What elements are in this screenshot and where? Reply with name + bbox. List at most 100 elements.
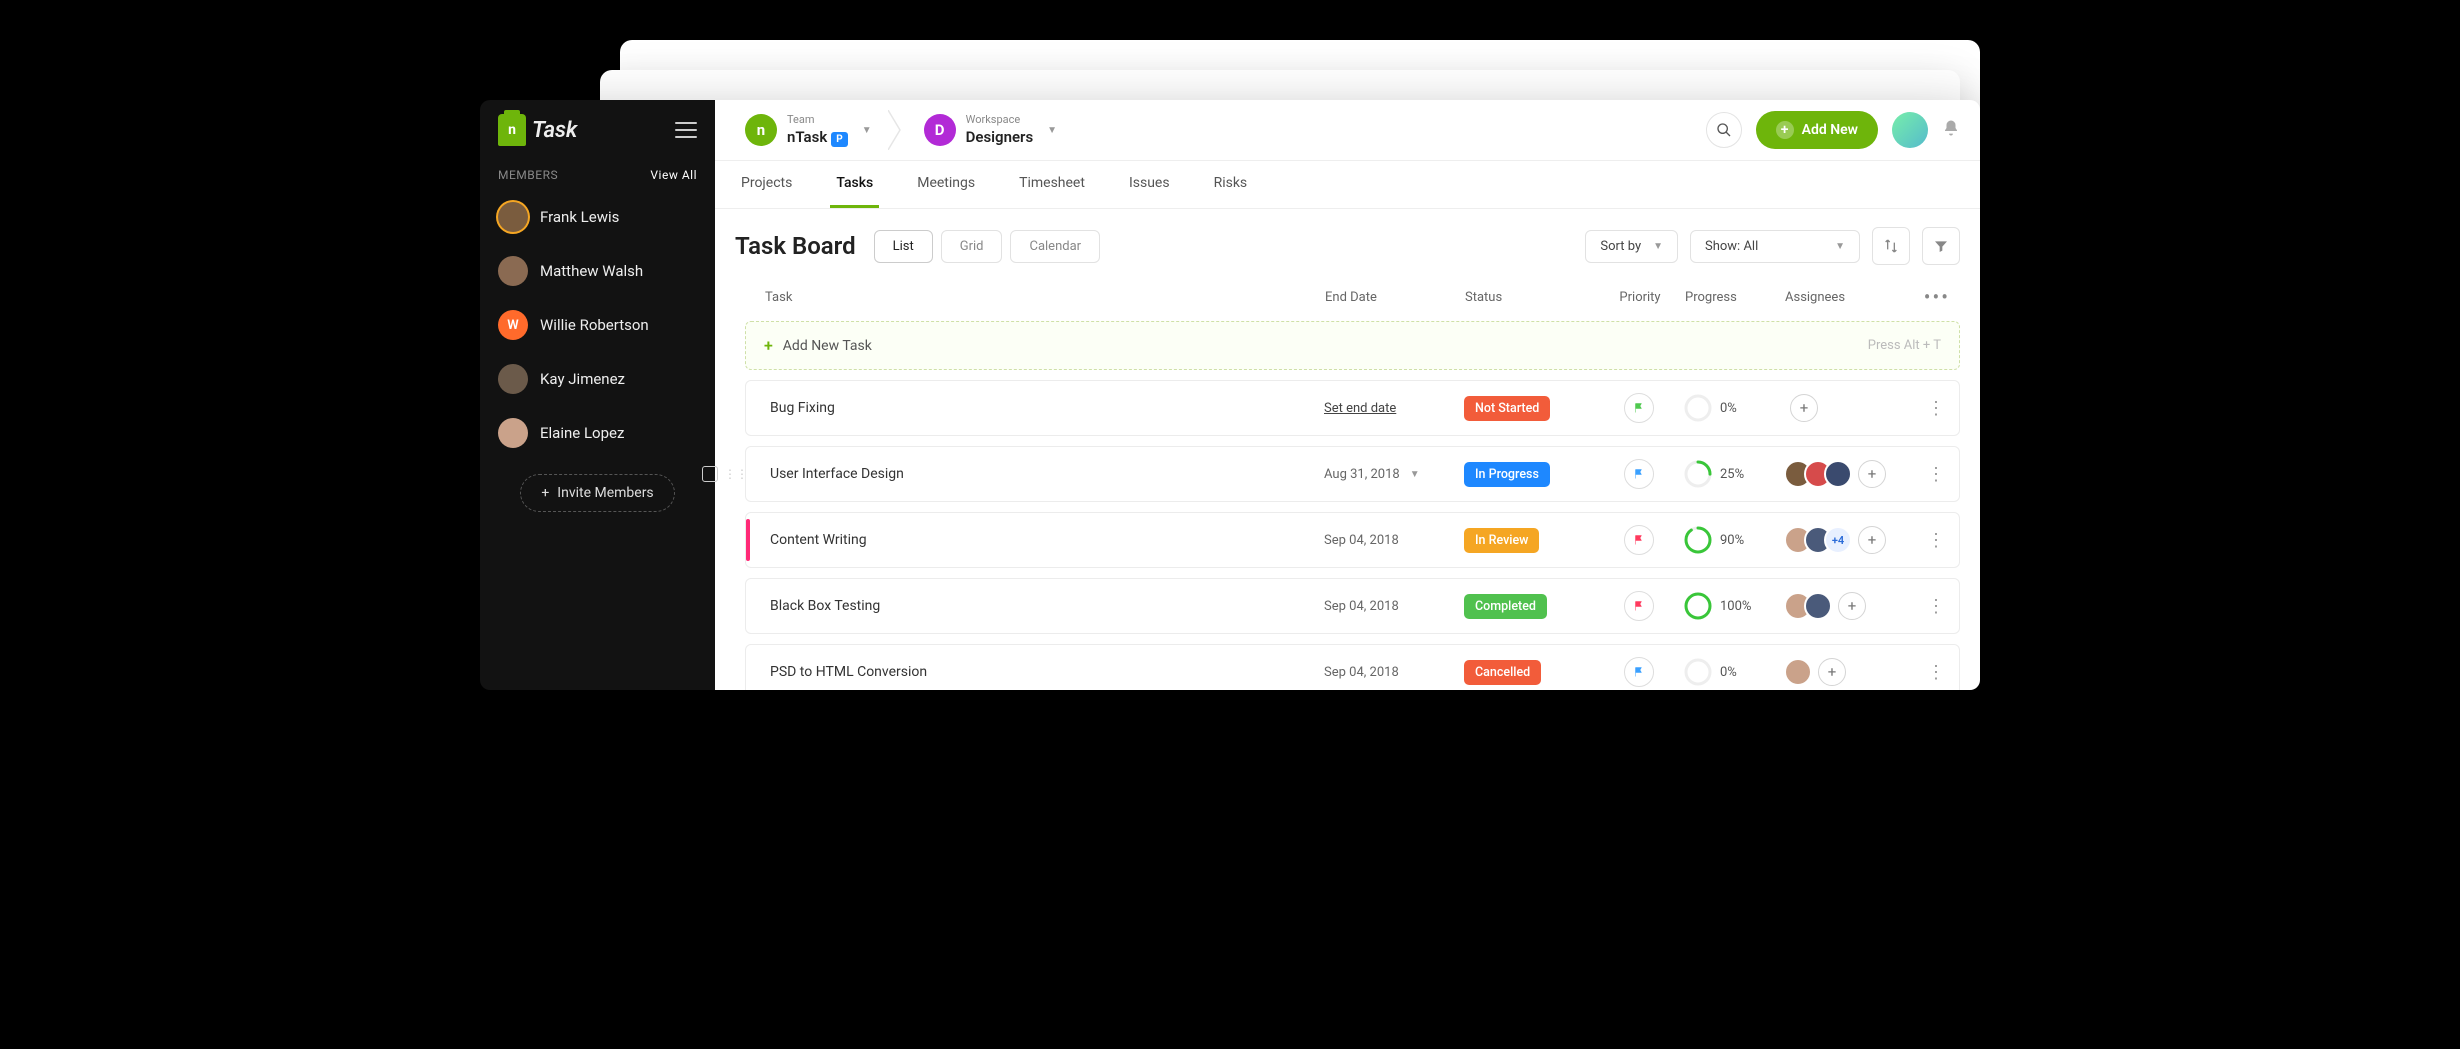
- tab-timesheet[interactable]: Timesheet: [1013, 161, 1091, 208]
- task-row[interactable]: Content WritingSep 04, 2018In Review90%+…: [745, 512, 1960, 568]
- task-end-date[interactable]: Sep 04, 2018: [1324, 665, 1464, 680]
- add-new-button[interactable]: + Add New: [1756, 111, 1878, 149]
- filter-button[interactable]: [1922, 227, 1960, 265]
- view-all-link[interactable]: View All: [650, 168, 697, 182]
- add-new-label: Add New: [1802, 122, 1858, 138]
- task-name: PSD to HTML Conversion: [764, 664, 1324, 680]
- member-name: Frank Lewis: [540, 208, 619, 226]
- tab-tasks[interactable]: Tasks: [830, 161, 879, 208]
- sidebar-member[interactable]: Matthew Walsh: [480, 244, 715, 298]
- avatar: [498, 256, 528, 286]
- avatar: [498, 364, 528, 394]
- assignee-stack[interactable]: [1784, 658, 1812, 686]
- progress-ring: [1684, 394, 1712, 422]
- user-avatar[interactable]: [1892, 112, 1928, 148]
- add-task-label: Add New Task: [783, 338, 872, 354]
- status-badge[interactable]: Completed: [1464, 594, 1547, 619]
- add-assignee-button[interactable]: +: [1838, 592, 1866, 620]
- view-switch: ListGridCalendar: [874, 230, 1100, 263]
- workspace-selector[interactable]: D Workspace Designers ▼: [914, 110, 1067, 150]
- app-window: n Task MEMBERS View All Frank Lewis Matth…: [480, 100, 1980, 690]
- tab-meetings[interactable]: Meetings: [911, 161, 981, 208]
- swap-sort-button[interactable]: [1872, 227, 1910, 265]
- add-assignee-button[interactable]: +: [1858, 460, 1886, 488]
- task-end-date[interactable]: Aug 31, 2018 ▼: [1324, 467, 1464, 482]
- bell-icon: [1942, 119, 1960, 137]
- sidebar-member[interactable]: Kay Jimenez: [480, 352, 715, 406]
- add-task-row[interactable]: + Add New Task Press Alt + T: [745, 321, 1960, 370]
- progress-value: 100%: [1720, 599, 1751, 614]
- task-checkbox[interactable]: [702, 466, 718, 482]
- sidebar-member[interactable]: WWillie Robertson: [480, 298, 715, 352]
- search-button[interactable]: [1706, 112, 1742, 148]
- menu-icon[interactable]: [675, 122, 697, 138]
- show-filter-dropdown[interactable]: Show: All ▼: [1690, 230, 1860, 263]
- avatar: [498, 418, 528, 448]
- search-icon: [1716, 122, 1732, 138]
- member-name: Elaine Lopez: [540, 424, 624, 442]
- app-logo[interactable]: n Task: [498, 114, 577, 146]
- chevron-down-icon: ▼: [1835, 241, 1845, 252]
- task-more-button[interactable]: ⋮: [1904, 398, 1945, 419]
- members-heading: MEMBERS: [498, 168, 558, 182]
- task-more-button[interactable]: ⋮: [1904, 596, 1945, 617]
- workspace-label: Workspace: [966, 114, 1034, 126]
- workspace-icon: D: [924, 114, 956, 146]
- task-row[interactable]: ⋮⋮User Interface DesignAug 31, 2018 ▼In …: [745, 446, 1960, 502]
- tab-projects[interactable]: Projects: [735, 161, 798, 208]
- breadcrumb-separator: [888, 110, 908, 150]
- status-badge[interactable]: In Progress: [1464, 462, 1550, 487]
- sidebar-member[interactable]: Frank Lewis: [480, 190, 715, 244]
- status-badge[interactable]: In Review: [1464, 528, 1539, 553]
- filter-icon: [1933, 238, 1949, 254]
- main-area: n Team nTaskP ▼ D Workspace: [715, 100, 1980, 690]
- view-calendar-button[interactable]: Calendar: [1010, 230, 1100, 263]
- col-priority: Priority: [1595, 290, 1685, 305]
- task-more-button[interactable]: ⋮: [1904, 464, 1945, 485]
- priority-flag-button[interactable]: [1624, 393, 1654, 423]
- task-row[interactable]: PSD to HTML ConversionSep 04, 2018Cancel…: [745, 644, 1960, 690]
- view-list-button[interactable]: List: [874, 230, 933, 263]
- col-task: Task: [765, 290, 1325, 305]
- show-value: All: [1743, 239, 1758, 254]
- assignee-overflow[interactable]: +4: [1824, 526, 1852, 554]
- assignee-stack[interactable]: +4: [1784, 526, 1852, 554]
- add-assignee-button[interactable]: +: [1818, 658, 1846, 686]
- topbar: n Team nTaskP ▼ D Workspace: [715, 100, 1980, 161]
- priority-flag-button[interactable]: [1624, 525, 1654, 555]
- priority-flag-button[interactable]: [1624, 657, 1654, 687]
- task-row[interactable]: Black Box TestingSep 04, 2018Completed10…: [745, 578, 1960, 634]
- drag-handle-icon[interactable]: ⋮⋮: [724, 467, 748, 481]
- plan-badge: P: [831, 132, 847, 147]
- sidebar-member[interactable]: Elaine Lopez: [480, 406, 715, 460]
- assignee-avatar: [1824, 460, 1852, 488]
- notifications-button[interactable]: [1942, 119, 1960, 141]
- invite-members-button[interactable]: + Invite Members: [520, 474, 674, 512]
- swap-icon: [1883, 238, 1899, 254]
- task-end-date[interactable]: Set end date: [1324, 401, 1464, 416]
- task-more-button[interactable]: ⋮: [1904, 662, 1945, 683]
- status-badge[interactable]: Not Started: [1464, 396, 1550, 421]
- tab-risks[interactable]: Risks: [1208, 161, 1254, 208]
- status-badge[interactable]: Cancelled: [1464, 660, 1541, 685]
- priority-flag-button[interactable]: [1624, 591, 1654, 621]
- view-grid-button[interactable]: Grid: [941, 230, 1003, 263]
- add-assignee-button[interactable]: +: [1858, 526, 1886, 554]
- assignee-stack[interactable]: [1784, 460, 1852, 488]
- col-progress: Progress: [1685, 290, 1785, 305]
- columns-more-button[interactable]: •••: [1905, 285, 1950, 309]
- assignee-stack[interactable]: [1784, 592, 1832, 620]
- sort-by-dropdown[interactable]: Sort by ▼: [1585, 230, 1678, 263]
- sidebar: n Task MEMBERS View All Frank Lewis Matth…: [480, 100, 715, 690]
- task-end-date[interactable]: Sep 04, 2018: [1324, 599, 1464, 614]
- task-more-button[interactable]: ⋮: [1904, 530, 1945, 551]
- task-end-date[interactable]: Sep 04, 2018: [1324, 533, 1464, 548]
- task-name: Bug Fixing: [764, 400, 1324, 416]
- chevron-down-icon: ▼: [1047, 125, 1057, 136]
- priority-flag-button[interactable]: [1624, 459, 1654, 489]
- team-selector[interactable]: n Team nTaskP ▼: [735, 110, 882, 150]
- page-title: Task Board: [735, 232, 856, 260]
- task-row[interactable]: Bug FixingSet end dateNot Started0%+⋮: [745, 380, 1960, 436]
- tab-issues[interactable]: Issues: [1123, 161, 1176, 208]
- add-assignee-button[interactable]: +: [1790, 394, 1818, 422]
